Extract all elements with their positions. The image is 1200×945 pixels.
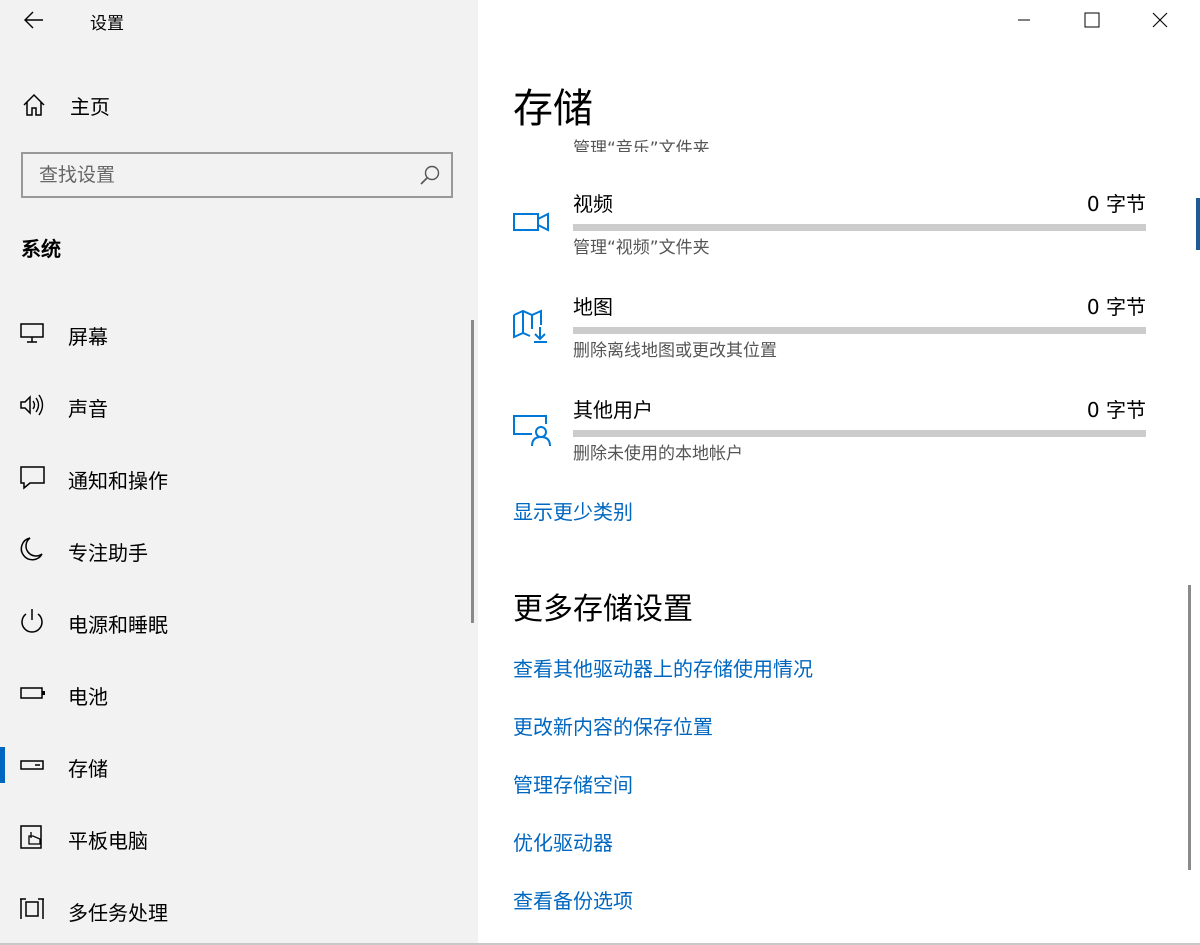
category-name: 视频: [573, 192, 613, 216]
category-name: 其他用户: [573, 398, 653, 422]
moon-icon: [20, 537, 43, 561]
main-content: 存储 管理“音乐”文件夹 视频 0 字节 管理“视频”文件夹 地图 0 字节 删…: [478, 0, 1200, 945]
search-input[interactable]: [23, 154, 413, 196]
category-size: 0 字节: [1086, 295, 1146, 319]
minimize-icon: [1018, 19, 1030, 21]
sidebar-item-storage[interactable]: 存储: [0, 729, 470, 801]
page-title: 存储: [513, 86, 593, 132]
more-storage-settings-title: 更多存储设置: [513, 592, 693, 627]
video-icon: [513, 212, 549, 232]
back-arrow-icon: [24, 11, 43, 29]
usage-bar: [573, 327, 1146, 334]
maximize-icon: [1084, 12, 1100, 28]
storage-category-videos[interactable]: 视频 0 字节 管理“视频”文件夹: [478, 188, 1178, 278]
sidebar-item-tablet[interactable]: 平板电脑: [0, 801, 470, 873]
close-icon: [1152, 12, 1168, 28]
sidebar-item-label: 声音: [68, 397, 108, 421]
category-size: 0 字节: [1086, 398, 1146, 422]
show-fewer-categories-link[interactable]: 显示更少类别: [513, 496, 633, 525]
other-users-icon: [513, 415, 551, 446]
window-edge-accent: [1196, 198, 1200, 250]
sidebar-item-label: 屏幕: [68, 325, 108, 349]
partial-category-desc: 管理“音乐”文件夹: [573, 139, 710, 152]
category-size: 0 字节: [1086, 192, 1146, 216]
map-icon: [513, 309, 547, 343]
sidebar-item-notifications[interactable]: 通知和操作: [0, 441, 470, 513]
sidebar-item-label: 电源和睡眠: [68, 613, 168, 637]
more-link-save-locations[interactable]: 更改新内容的保存位置: [513, 711, 713, 740]
sidebar-scrollbar[interactable]: [471, 320, 474, 623]
usage-bar: [573, 224, 1146, 231]
sidebar-item-power-sleep[interactable]: 电源和睡眠: [0, 585, 470, 657]
storage-category-other-users[interactable]: 其他用户 0 字节 删除未使用的本地帐户: [478, 394, 1178, 484]
storage-icon: [20, 760, 44, 770]
category-name: 地图: [573, 295, 613, 319]
sidebar-item-label: 通知和操作: [68, 469, 168, 493]
usage-bar: [573, 430, 1146, 437]
category-desc: 管理“视频”文件夹: [573, 238, 710, 258]
more-link-other-drives[interactable]: 查看其他驱动器上的存储使用情况: [513, 653, 813, 682]
sidebar: 设置 主页 系统 屏幕 声音: [0, 0, 478, 945]
maximize-button[interactable]: [1058, 0, 1126, 40]
sidebar-item-display[interactable]: 屏幕: [0, 297, 470, 369]
multitasking-icon: [20, 898, 44, 919]
category-desc: 删除未使用的本地帐户: [573, 444, 743, 464]
search-box: [21, 152, 453, 198]
sidebar-item-label: 平板电脑: [68, 829, 148, 853]
category-desc: 删除离线地图或更改其位置: [573, 341, 777, 361]
main-scrollbar[interactable]: [1188, 585, 1191, 870]
home-icon: [23, 93, 45, 116]
speaker-icon: [20, 394, 44, 416]
sidebar-item-label: 专注助手: [68, 541, 148, 565]
app-title: 设置: [90, 14, 124, 34]
notification-icon: [20, 466, 45, 490]
battery-icon: [20, 687, 45, 699]
sidebar-item-label: 存储: [68, 757, 108, 781]
sidebar-nav: 屏幕 声音 通知和操作 专注助手 电源和睡眠 电池 存储 平板电脑 多任务处理: [0, 297, 470, 945]
sidebar-item-sound[interactable]: 声音: [0, 369, 470, 441]
tablet-icon: [20, 825, 42, 849]
more-link-storage-spaces[interactable]: 管理存储空间: [513, 769, 633, 798]
more-link-backup-options[interactable]: 查看备份选项: [513, 885, 633, 914]
sidebar-item-label: 多任务处理: [68, 901, 168, 925]
sidebar-item-label: 主页: [70, 95, 110, 119]
sidebar-item-multitasking[interactable]: 多任务处理: [0, 873, 470, 945]
display-icon: [20, 323, 44, 343]
close-button[interactable]: [1126, 0, 1194, 40]
sidebar-item-battery[interactable]: 电池: [0, 657, 470, 729]
sidebar-item-focus-assist[interactable]: 专注助手: [0, 513, 470, 585]
sidebar-item-label: 电池: [68, 685, 108, 709]
search-icon[interactable]: [419, 164, 441, 186]
minimize-button[interactable]: [990, 0, 1058, 40]
power-icon: [21, 609, 43, 633]
section-title: 系统: [21, 237, 61, 261]
sidebar-item-home[interactable]: 主页: [0, 80, 470, 128]
back-button[interactable]: [14, 4, 54, 36]
storage-category-maps[interactable]: 地图 0 字节 删除离线地图或更改其位置: [478, 291, 1178, 381]
more-link-optimize-drives[interactable]: 优化驱动器: [513, 827, 613, 856]
